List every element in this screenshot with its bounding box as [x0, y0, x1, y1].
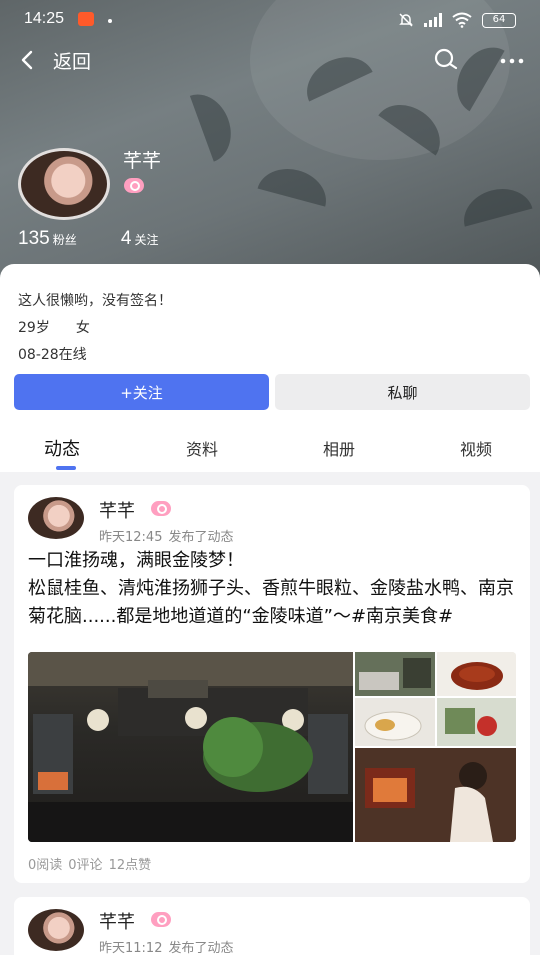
profile-meta: 29岁 女 [18, 317, 90, 337]
post-card[interactable]: 芊芊 昨天12:45 发布了动态 一口淮扬魂，满眼金陵梦！ 松鼠桂鱼、清炖淮扬狮子… [14, 485, 530, 883]
post-stats: 0阅读 0评论 12点赞 [28, 854, 157, 873]
notification-app-icon [78, 12, 94, 26]
profile-bio: 这人很懒哟，没有签名！ [18, 293, 172, 309]
back-button[interactable]: 返回 [53, 47, 91, 74]
female-badge-icon [151, 912, 171, 927]
following-count[interactable]: 4 [121, 228, 132, 249]
notification-dot-icon [108, 19, 112, 23]
back-arrow-icon[interactable] [16, 46, 42, 74]
post-author[interactable]: 芊芊 [99, 497, 135, 523]
female-badge-icon [151, 501, 171, 516]
follow-button[interactable]: +关注 [14, 374, 269, 410]
profile-age: 29岁 [18, 320, 50, 336]
more-options-icon[interactable] [498, 46, 526, 74]
post-image-portrait[interactable] [355, 748, 516, 842]
profile-stats: 135 粉丝 4 关注 [18, 228, 159, 250]
post-action-label: 发布了动态 [168, 941, 234, 955]
post-avatar[interactable] [28, 497, 84, 539]
tab-profile[interactable]: 资料 [186, 436, 218, 460]
header-decoration [189, 86, 241, 162]
profile-name: 芊芊 [123, 150, 162, 172]
post-action-label: 发布了动态 [168, 530, 234, 545]
post-timestamp: 昨天11:12 [99, 941, 163, 955]
like-count[interactable]: 12点赞 [109, 858, 152, 873]
tab-bar: 动态 资料 相册 视频 [0, 424, 540, 472]
signal-icon [424, 13, 442, 27]
post-image-dish-greens[interactable] [437, 698, 516, 746]
tab-posts[interactable]: 动态 [44, 435, 80, 461]
profile-info-card: 这人很懒哟，没有签名！ 29岁 女 08-28在线 +关注 私聊 [0, 264, 540, 424]
post-card[interactable]: 芊芊 昨天11:12 发布了动态 [14, 897, 530, 955]
profile-gender: 女 [75, 320, 90, 336]
search-icon[interactable] [432, 46, 460, 74]
read-count: 0阅读 [28, 858, 63, 873]
comment-count[interactable]: 0评论 [68, 858, 102, 873]
last-online: 08-28在线 [18, 347, 87, 363]
status-icons: 64 [398, 12, 516, 28]
header-decoration [257, 161, 333, 207]
chat-button[interactable]: 私聊 [275, 374, 530, 410]
status-bar: 14:25 64 [0, 0, 540, 40]
battery-icon: 64 [482, 12, 516, 28]
tab-album[interactable]: 相册 [323, 436, 355, 460]
followers-label[interactable]: 粉丝 [53, 233, 77, 247]
header-decoration [457, 181, 533, 227]
post-image-interior[interactable] [355, 652, 435, 696]
post-text: 一口淮扬魂，满眼金陵梦！ 松鼠桂鱼、清炖淮扬狮子头、香煎牛眼粒、金陵盐水鸭、南京… [28, 550, 514, 627]
post-image-restaurant[interactable] [28, 652, 353, 842]
female-badge-icon [124, 178, 144, 193]
post-timestamp: 昨天12:45 [99, 530, 163, 545]
post-time: 昨天12:45 发布了动态 [99, 526, 233, 545]
following-label[interactable]: 关注 [134, 233, 158, 247]
active-tab-indicator [56, 466, 76, 470]
profile-header: 14:25 64 返回 芊芊 135 粉丝 4 关注 [0, 0, 540, 290]
post-author[interactable]: 芊芊 [99, 908, 135, 934]
followers-count[interactable]: 135 [18, 228, 50, 249]
profile-avatar[interactable] [18, 148, 110, 220]
nav-bar: 返回 [0, 44, 540, 76]
post-image-dish-fish[interactable] [437, 652, 516, 696]
status-time: 14:25 [24, 10, 65, 27]
mute-bell-icon [399, 13, 413, 27]
wifi-icon [452, 12, 472, 28]
post-time: 昨天11:12 发布了动态 [99, 937, 233, 955]
post-avatar[interactable] [28, 909, 84, 951]
post-image-dish-duck[interactable] [355, 698, 435, 746]
tab-video[interactable]: 视频 [460, 436, 492, 460]
